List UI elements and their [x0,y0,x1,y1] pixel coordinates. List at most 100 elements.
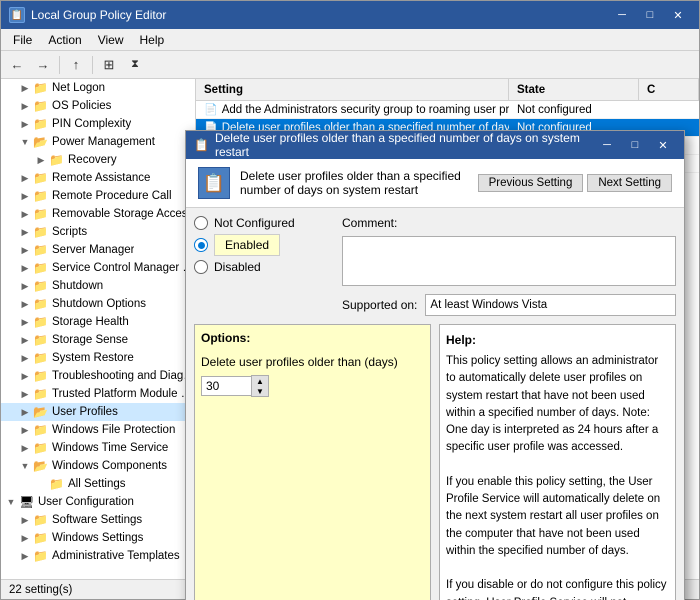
show-tree-button[interactable]: ⊞ [97,54,121,76]
sidebar-item-scripts[interactable]: ▶ 📁 Scripts [1,223,195,241]
comment-label: Comment: [342,216,676,230]
sidebar-item-windows-settings[interactable]: ▶ 📁 Windows Settings [1,529,195,547]
sidebar-item-os-policies[interactable]: ▶ 📁 OS Policies [1,97,195,115]
sidebar-item-storage-sense[interactable]: ▶ 📁 Storage Sense [1,331,195,349]
folder-icon: 📁 [33,441,49,455]
radio-disabled[interactable]: Disabled [194,260,334,274]
sidebar-item-label: Administrative Templates [52,550,180,562]
folder-icon: 📁 [33,351,49,365]
back-button[interactable]: ← [5,54,29,76]
folder-icon: 📁 [33,99,49,113]
sidebar-item-user-config[interactable]: ▼ 🖥 User Configuration [1,493,195,511]
radio-enabled[interactable]: Enabled [194,234,334,256]
sidebar-item-label: Remote Procedure Call [52,190,172,202]
forward-button[interactable]: → [31,54,55,76]
menu-file[interactable]: File [5,31,40,49]
sidebar-item-wfp[interactable]: ▶ 📁 Windows File Protection [1,421,195,439]
sidebar-item-storage-health[interactable]: ▶ 📁 Storage Health [1,313,195,331]
menu-view[interactable]: View [90,31,132,49]
dialog-options-section: Options: Delete user profiles older than… [186,324,684,600]
option-field-label: Delete user profiles older than (days) [201,355,424,369]
header-comment: C [639,79,699,100]
radio-not-configured[interactable]: Not Configured [194,216,334,230]
sidebar-item-tpm[interactable]: ▶ 📁 Trusted Platform Module Servi... [1,385,195,403]
sidebar-item-scm[interactable]: ▶ 📁 Service Control Manager Setti... [1,259,195,277]
help-panel: Help: This policy setting allows an admi… [439,324,676,600]
maximize-button[interactable]: □ [637,5,663,25]
row-icon: 📄 [204,103,218,116]
spinner-up-button[interactable]: ▲ [252,376,268,386]
dialog-close-button[interactable]: ✕ [650,135,676,155]
sidebar-item-system-restore[interactable]: ▶ 📁 System Restore [1,349,195,367]
sidebar-item-user-profiles[interactable]: ▶ 📂 User Profiles [1,403,195,421]
sidebar-item-label: Server Manager [52,244,134,256]
sidebar-item-label: Windows File Protection [52,424,175,436]
sidebar-item-windows-time[interactable]: ▶ 📁 Windows Time Service [1,439,195,457]
sidebar-item-windows-components[interactable]: ▼ 📂 Windows Components [1,457,195,475]
sidebar-item-removable-storage[interactable]: ▶ 📁 Removable Storage Access [1,205,195,223]
sidebar-item-label: Remote Assistance [52,172,150,184]
folder-icon: 📂 [33,405,49,419]
dialog-title-text: Delete user profiles older than a specif… [215,131,594,159]
sidebar-item-admin-templates[interactable]: ▶ 📁 Administrative Templates [1,547,195,565]
menu-help[interactable]: Help [132,31,173,49]
sidebar-item-shutdown-options[interactable]: ▶ 📁 Shutdown Options [1,295,195,313]
sidebar-item-label: PIN Complexity [52,118,131,130]
sidebar-item-remote-assistance[interactable]: ▶ 📁 Remote Assistance [1,169,195,187]
sidebar-item-label: Removable Storage Access [52,208,193,220]
expand-icon: ▶ [17,116,33,132]
radio-inner [198,242,205,249]
minimize-button[interactable]: ─ [609,5,635,25]
expand-icon: ▶ [17,242,33,258]
sidebar-item-pin-complexity[interactable]: ▶ 📁 PIN Complexity [1,115,195,133]
supported-row: Supported on: At least Windows Vista [342,294,676,316]
expand-icon: ▶ [17,80,33,96]
previous-setting-button[interactable]: Previous Setting [478,174,584,192]
expand-icon: ▶ [17,512,33,528]
folder-icon: 📁 [33,243,49,257]
header-setting: Setting [196,79,509,100]
close-button[interactable]: ✕ [665,5,691,25]
sidebar-item-net-logon[interactable]: ▶ 📁 Net Logon [1,79,195,97]
sidebar-item-shutdown[interactable]: ▶ 📁 Shutdown [1,277,195,295]
sidebar-item-all-settings[interactable]: 📁 All Settings [1,475,195,493]
sidebar-item-recovery[interactable]: ▶ 📁 Recovery [1,151,195,169]
days-input[interactable]: 30 [201,376,251,396]
sidebar-item-server-manager[interactable]: ▶ 📁 Server Manager [1,241,195,259]
next-setting-button[interactable]: Next Setting [587,174,672,192]
sidebar-item-troubleshooting[interactable]: ▶ 📁 Troubleshooting and Diagnosti... [1,367,195,385]
expand-icon: ▶ [17,260,33,276]
expand-icon: ▶ [17,314,33,330]
expand-icon: ▶ [17,206,33,222]
folder-icon: 📁 [33,333,49,347]
list-row[interactable]: 📄 Add the Administrators security group … [196,101,699,119]
comment-textarea[interactable] [342,236,676,286]
sidebar-item-label: Troubleshooting and Diagnosti... [52,370,195,382]
dialog-header: 📋 Delete user profiles older than a spec… [186,159,684,208]
sidebar-item-power-management[interactable]: ▼ 📂 Power Management [1,133,195,151]
sidebar-item-rpc[interactable]: ▶ 📁 Remote Procedure Call [1,187,195,205]
expand-icon: ▶ [17,170,33,186]
filter-button[interactable]: ⧗ [123,54,147,76]
sidebar-item-label: Software Settings [52,514,142,526]
expand-icon [33,476,49,492]
sidebar-item-software-settings[interactable]: ▶ 📁 Software Settings [1,511,195,529]
menu-bar: File Action View Help [1,29,699,51]
dialog-maximize-button[interactable]: □ [622,135,648,155]
radio-outer [194,216,208,230]
folder-icon: 📁 [49,477,65,491]
dialog-minimize-button[interactable]: ─ [594,135,620,155]
menu-action[interactable]: Action [40,31,89,49]
folder-icon: 📁 [33,531,49,545]
expand-icon: ▶ [17,332,33,348]
folder-icon: 📁 [33,189,49,203]
main-title-bar: 📋 Local Group Policy Editor ─ □ ✕ [1,1,699,29]
title-bar-controls: ─ □ ✕ [609,5,691,25]
spinner-down-button[interactable]: ▼ [252,386,268,396]
list-cell-setting: 📄 Add the Administrators security group … [196,101,509,118]
radio-outer-checked [194,238,208,252]
up-button[interactable]: ↑ [64,54,88,76]
folder-icon: 📁 [33,279,49,293]
sidebar-item-label: User Configuration [38,496,134,508]
sidebar-item-label: Trusted Platform Module Servi... [52,388,195,400]
